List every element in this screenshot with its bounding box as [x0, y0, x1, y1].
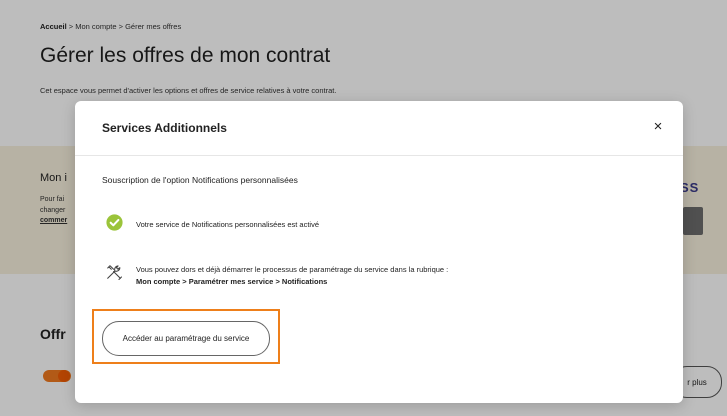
modal-subtitle: Souscription de l'option Notifications p… [102, 175, 298, 185]
service-active-message: Votre service de Notifications personnal… [136, 220, 320, 229]
settings-path: Mon compte > Paramétrer mes service > No… [136, 277, 328, 286]
modal-title: Services Additionnels [102, 121, 227, 135]
access-settings-button[interactable]: Accéder au paramétrage du service [102, 321, 270, 356]
info-message: Vous pouvez dors et déjà démarrer le pro… [136, 264, 448, 288]
close-icon[interactable]: × [651, 119, 665, 134]
services-modal: Services Additionnels × Souscription de … [75, 101, 683, 403]
check-circle-icon [106, 214, 123, 231]
modal-divider [75, 155, 683, 156]
tools-icon [107, 265, 123, 281]
info-message-line: Vous pouvez dors et déjà démarrer le pro… [136, 265, 449, 274]
